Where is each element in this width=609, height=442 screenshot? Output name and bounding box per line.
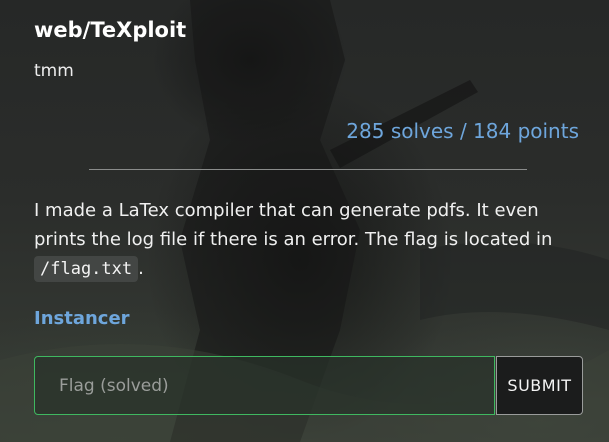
- challenge-description: I made a LaTex compiler that can generat…: [34, 196, 594, 283]
- challenge-author: tmm: [34, 61, 74, 81]
- description-text: I made a LaTex compiler that can generat…: [34, 200, 553, 250]
- challenge-content: web/TeXploit tmm 285 solves / 184 points…: [0, 0, 609, 442]
- challenge-card: web/TeXploit tmm 285 solves / 184 points…: [0, 0, 609, 442]
- flag-path-code: /flag.txt: [34, 256, 139, 282]
- instancer-link[interactable]: Instancer: [34, 307, 130, 331]
- challenge-stats: 285 solves / 184 points: [346, 119, 579, 143]
- challenge-title: web/TeXploit: [34, 18, 187, 42]
- divider: [89, 169, 527, 170]
- flag-input[interactable]: [34, 356, 495, 415]
- description-end: .: [138, 258, 144, 279]
- submit-button[interactable]: SUBMIT: [496, 356, 583, 415]
